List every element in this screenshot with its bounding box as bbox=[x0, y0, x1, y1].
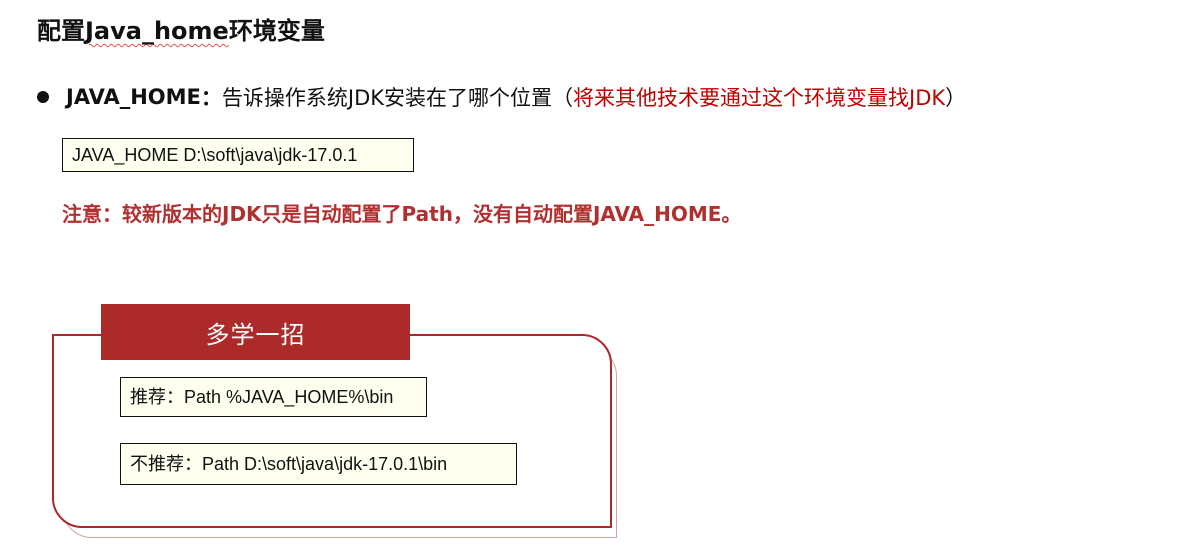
recommended-path-box: 推荐：Path %JAVA_HOME%\bin bbox=[120, 377, 427, 417]
tip-header: 多学一招 bbox=[101, 304, 410, 360]
bullet-description: 告诉操作系统JDK安装在了哪个位置（ bbox=[221, 86, 574, 110]
title-term: Java_home bbox=[85, 17, 229, 45]
title-prefix: 配置 bbox=[37, 17, 85, 45]
bullet-colon: ： bbox=[200, 86, 222, 110]
bullet-close-paren: ） bbox=[945, 86, 967, 110]
bullet-javahome: JAVA_HOME：告诉操作系统JDK安装在了哪个位置（ 将来其他技术要通过这个环… bbox=[37, 80, 966, 114]
title-suffix: 环境变量 bbox=[228, 17, 325, 45]
bullet-term: JAVA_HOME bbox=[66, 85, 201, 109]
tip-panel bbox=[52, 334, 612, 528]
bullet-red-note: 将来其他技术要通过这个环境变量找JDK bbox=[573, 86, 946, 110]
javahome-value-box: JAVA_HOME D:\soft\java\jdk-17.0.1 bbox=[62, 138, 414, 172]
not-recommended-path-box: 不推荐：Path D:\soft\java\jdk-17.0.1\bin bbox=[120, 443, 517, 485]
page-title: 配置Java_home环境变量 bbox=[37, 14, 325, 48]
warning-note: 注意：较新版本的JDK只是自动配置了Path，没有自动配置JAVA_HOME。 bbox=[62, 202, 742, 226]
bullet-dot-icon bbox=[37, 91, 49, 103]
